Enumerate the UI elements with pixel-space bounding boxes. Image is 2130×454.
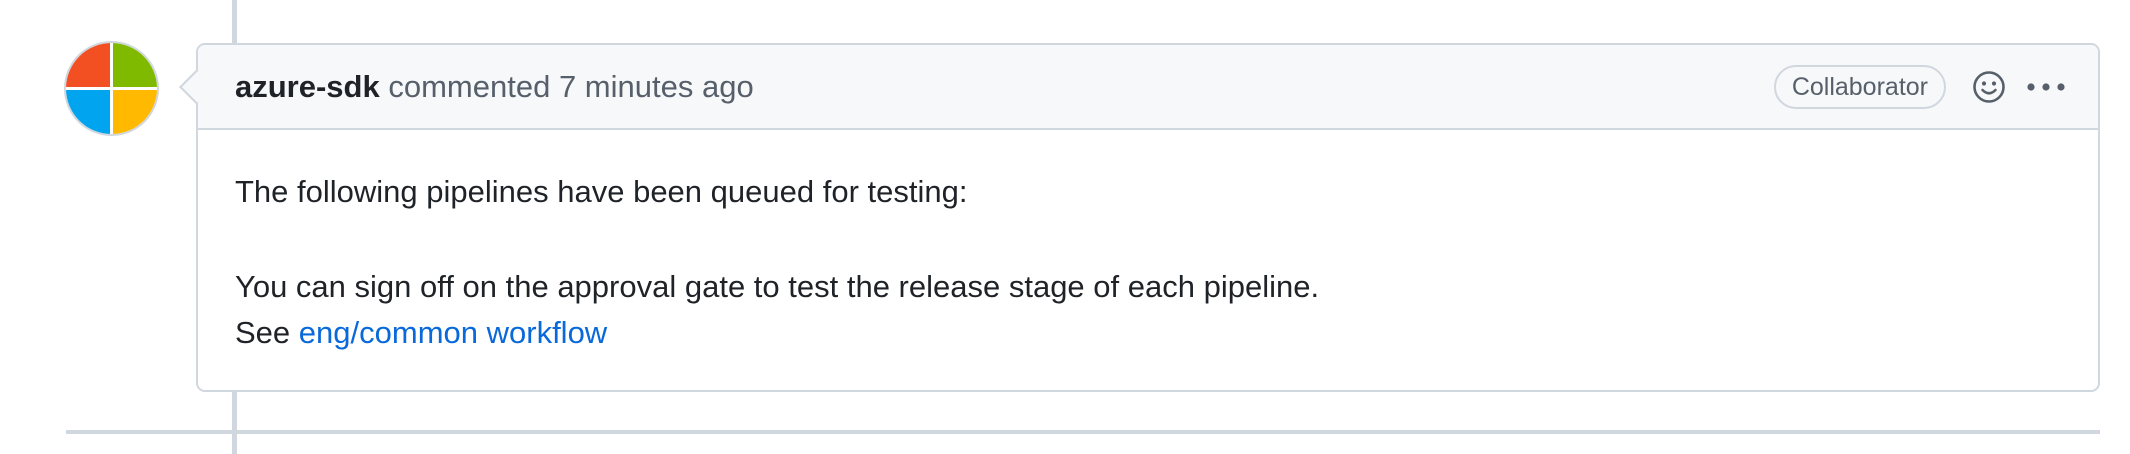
body-paragraph-signoff: You can sign off on the approval gate to… bbox=[235, 269, 1320, 304]
author-link[interactable]: azure-sdk bbox=[235, 69, 380, 104]
comment-timestamp[interactable]: 7 minutes ago bbox=[559, 69, 754, 104]
comment-header-actions: Collaborator bbox=[1773, 64, 2066, 109]
role-badge: Collaborator bbox=[1773, 64, 1946, 109]
comment-header: azure-sdk commented 7 minutes ago Collab… bbox=[198, 45, 2098, 130]
logo-blue-square bbox=[66, 90, 110, 134]
comment-header-text: azure-sdk commented 7 minutes ago bbox=[235, 69, 754, 105]
logo-yellow-square bbox=[113, 90, 157, 134]
comment-container: azure-sdk commented 7 minutes ago Collab… bbox=[196, 43, 2100, 392]
microsoft-logo-icon bbox=[66, 43, 157, 134]
kebab-menu-icon bbox=[2027, 82, 2065, 91]
comment-action: commented bbox=[388, 68, 551, 104]
add-reaction-button[interactable] bbox=[1972, 70, 2006, 104]
smiley-icon bbox=[1973, 70, 2005, 103]
timeline-divider bbox=[66, 430, 2100, 434]
see-prefix: See bbox=[235, 315, 291, 350]
body-paragraph-queued: The following pipelines have been queued… bbox=[235, 174, 968, 209]
logo-green-square bbox=[113, 43, 157, 87]
workflow-link[interactable]: eng/common workflow bbox=[299, 315, 607, 350]
body-paragraph-see: See eng/common workflow bbox=[235, 310, 2061, 356]
logo-red-square bbox=[66, 43, 110, 87]
comment-options-button[interactable] bbox=[2026, 82, 2066, 92]
timeline-page: azure-sdk commented 7 minutes ago Collab… bbox=[0, 0, 2130, 454]
comment-body: The following pipelines have been queued… bbox=[198, 130, 2098, 356]
avatar[interactable] bbox=[66, 43, 157, 134]
